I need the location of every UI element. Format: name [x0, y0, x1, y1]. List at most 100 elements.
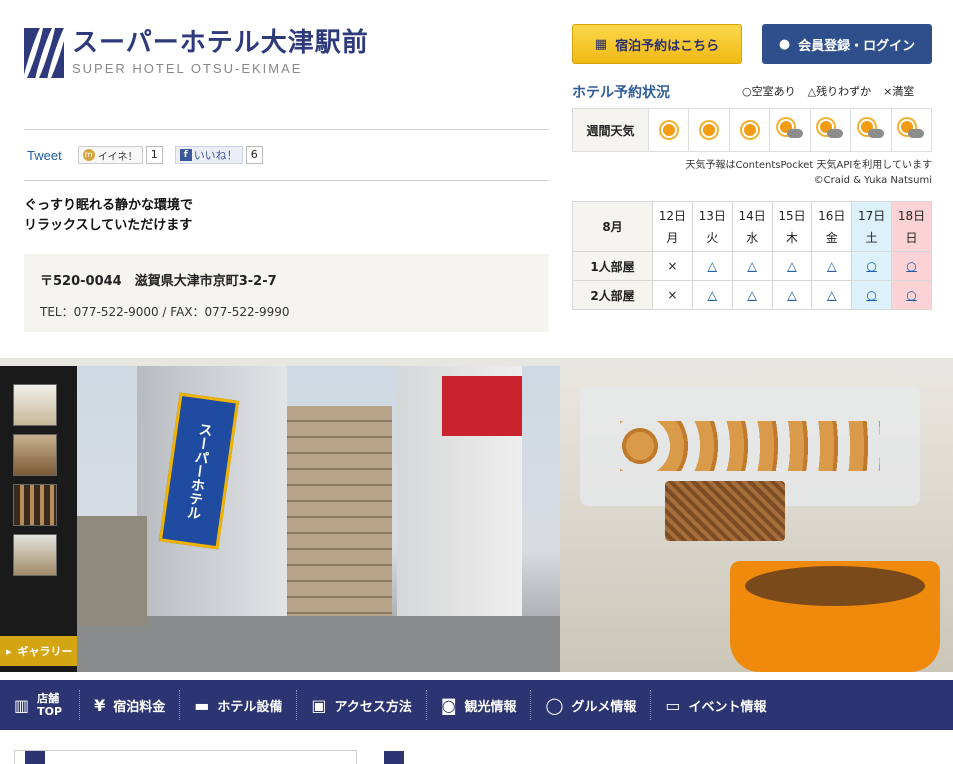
nav-label: グルメ情報 — [571, 699, 637, 715]
sun-cloud-icon — [817, 119, 844, 141]
user-icon: ● — [778, 36, 791, 52]
gallery-button[interactable]: ▸ ギャラリー — [0, 636, 77, 666]
thumbnail-room[interactable] — [13, 534, 57, 576]
availability-link[interactable]: ○ — [866, 288, 876, 302]
availability-link[interactable]: ○ — [906, 259, 916, 273]
tagline: ぐっすり眠れる静かな環境で リラックスしていただけます — [24, 196, 193, 236]
sun-icon — [739, 119, 761, 141]
month-header: 8月 — [572, 201, 653, 252]
nav-label: イベント情報 — [688, 699, 767, 715]
hotel-name-en: SUPER HOTEL OTSU-EKIMAE — [72, 61, 303, 76]
content-box — [14, 750, 357, 764]
weather-credit: 天気予報はContentsPocket 天気APIを利用しています — [685, 160, 932, 171]
availability-link[interactable]: △ — [787, 288, 796, 302]
nav-label: アクセス方法 — [334, 699, 412, 715]
room-type-label: 2人部屋 — [572, 280, 653, 310]
hotel-sign-text: スーパーホテル — [184, 421, 214, 521]
availability-legend: ○空室あり △残りわずか ×満室 — [742, 83, 914, 99]
legend-item: △残りわずか — [807, 85, 872, 98]
nav-rates[interactable]: ¥ 宿泊料金 — [80, 690, 181, 720]
arrow-right-icon: ▸ — [6, 644, 12, 658]
day-header: 16日金 — [811, 201, 853, 252]
availability-link[interactable]: △ — [708, 288, 717, 302]
bed-icon: ▬ — [194, 695, 210, 715]
availability-link[interactable]: ○ — [866, 259, 876, 273]
facebook-like-count: 6 — [245, 146, 263, 164]
breakfast-photo — [560, 366, 953, 672]
sun-cloud-icon — [777, 119, 803, 141]
nav-label: 店舗TOP — [37, 692, 63, 718]
logo-mark-icon — [24, 28, 64, 78]
legend-item: ○空室あり — [742, 85, 796, 98]
availability-link[interactable]: △ — [747, 288, 756, 302]
curry — [745, 566, 925, 606]
reservation-status-title: ホテル予約状況 — [572, 85, 670, 101]
table-row: 2人部屋 × △ △ △ △ ○ ○ — [572, 280, 932, 310]
hotel-name: スーパーホテル大津駅前 — [72, 28, 369, 58]
bread — [620, 421, 880, 471]
phone-fax: TEL：077-522-9000 / FAX：077-522-9990 — [40, 305, 290, 319]
sun-icon — [658, 119, 680, 141]
nav-facilities[interactable]: ▬ ホテル設備 — [180, 690, 298, 720]
availability-link[interactable]: △ — [747, 259, 756, 273]
iine-logo-icon: m — [82, 149, 95, 161]
dish-icon: ◯ — [545, 695, 564, 715]
availability-table: 8月 12日月 13日火 14日水 15日木 16日金 17日土 18日日 1人… — [572, 201, 932, 310]
divider — [24, 180, 549, 181]
main-nav: ▥ 店舗TOP ¥ 宿泊料金 ▬ ホテル設備 ▣ アクセス方法 ◙ 観光情報 ◯… — [0, 680, 953, 730]
availability-cell: × — [652, 251, 693, 281]
availability-link[interactable]: ○ — [906, 288, 916, 302]
availability-link[interactable]: △ — [827, 259, 836, 273]
building-icon: ▥ — [14, 695, 30, 715]
gallery-button-label: ギャラリー — [17, 645, 73, 658]
availability-link[interactable]: △ — [827, 288, 836, 302]
tweet-button[interactable]: Tweet — [27, 148, 62, 163]
facebook-like-button[interactable]: f いいね！ — [174, 146, 243, 164]
street — [77, 616, 560, 672]
sun-cloud-icon — [858, 119, 884, 141]
box-marker — [384, 751, 404, 764]
member-login-button[interactable]: ● 会員登録・ログイン — [762, 24, 932, 64]
thumbnail-wall[interactable] — [13, 484, 57, 526]
building-far-left — [77, 516, 147, 626]
map-icon: ▣ — [311, 695, 327, 715]
reserve-button-label: 宿泊予約はこちら — [615, 38, 720, 54]
member-login-label: 会員登録・ログイン — [798, 38, 916, 54]
nav-gourmet[interactable]: ◯ グルメ情報 — [531, 690, 652, 720]
reserve-button[interactable]: ▦ 宿泊予約はこちら — [572, 24, 742, 64]
nav-sightseeing[interactable]: ◙ 観光情報 — [427, 690, 532, 720]
thumbnail-breakfast[interactable] — [13, 434, 57, 476]
availability-cell: × — [652, 280, 693, 310]
day-header-sunday: 18日日 — [891, 201, 932, 252]
day-header: 13日火 — [691, 201, 733, 252]
availability-link[interactable]: △ — [708, 259, 717, 273]
availability-link[interactable]: △ — [787, 259, 796, 273]
postal-address: 〒520-0044 滋賀県大津市京町3-2-7 — [40, 274, 277, 289]
divider-band — [0, 358, 953, 366]
speech-bubble-icon: ▭ — [665, 695, 681, 715]
photo-gallery: ▸ ギャラリー スーパーホテル — [0, 366, 953, 672]
nav-store-top[interactable]: ▥ 店舗TOP — [0, 690, 81, 720]
hotel-logo[interactable]: スーパーホテル大津駅前 SUPER HOTEL OTSU-EKIMAE — [24, 28, 369, 78]
red-sign — [442, 376, 522, 436]
social-bar: Tweet m イイネ！ 1 f いいね！ 6 — [27, 146, 263, 164]
tagline-line: リラックスしていただけます — [24, 218, 193, 233]
divider — [24, 129, 549, 130]
table-row: 1人部屋 × △ △ △ △ ○ ○ — [572, 251, 932, 281]
iine-count: 1 — [145, 146, 163, 164]
hotel-exterior-photo: スーパーホテル — [77, 366, 560, 672]
iine-label: イイネ！ — [97, 151, 138, 163]
calendar-icon: ▦ — [594, 36, 608, 52]
facebook-icon: f — [179, 149, 192, 161]
gallery-thumbnails: ▸ ギャラリー — [0, 366, 77, 672]
nav-access[interactable]: ▣ アクセス方法 — [297, 690, 427, 720]
sun-cloud-icon — [898, 119, 925, 141]
day-header-saturday: 17日土 — [851, 201, 893, 252]
yen-icon: ¥ — [94, 695, 106, 715]
nav-events[interactable]: ▭ イベント情報 — [651, 690, 780, 720]
sun-icon — [698, 119, 720, 141]
weather-copyright: ©Craid & Yuka Natsumi — [813, 175, 932, 186]
iine-button[interactable]: m イイネ！ — [77, 146, 143, 164]
thumbnail-lobby[interactable] — [13, 384, 57, 426]
tagline-line: ぐっすり眠れる静かな環境で — [24, 198, 194, 213]
